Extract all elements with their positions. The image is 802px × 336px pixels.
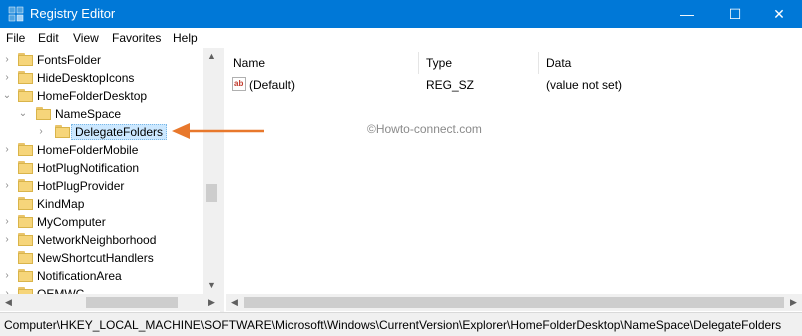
tree-vertical-scrollbar[interactable]: ▲ ▼ xyxy=(203,48,220,294)
menu-view[interactable]: View xyxy=(73,31,99,45)
tree-item-label: HideDesktopIcons xyxy=(37,71,135,85)
folder-icon xyxy=(18,71,33,84)
scroll-right-arrow-icon[interactable]: ▶ xyxy=(785,294,802,311)
scroll-thumb[interactable] xyxy=(244,297,784,308)
value-type: REG_SZ xyxy=(426,78,475,92)
collapse-chevron-icon[interactable]: ⌄ xyxy=(2,90,12,102)
scroll-left-arrow-icon[interactable]: ◀ xyxy=(0,294,17,311)
expand-chevron-icon[interactable]: › xyxy=(2,72,12,84)
tree-item-label: NetworkNeighborhood xyxy=(37,233,157,247)
scroll-right-arrow-icon[interactable]: ▶ xyxy=(203,294,220,311)
menu-help[interactable]: Help xyxy=(173,31,198,45)
column-header-name[interactable]: Name xyxy=(233,56,265,70)
tree-item-label: KindMap xyxy=(37,197,85,211)
tree-item-label: MyComputer xyxy=(37,215,106,229)
expand-chevron-icon[interactable]: › xyxy=(2,270,12,282)
registry-path: Computer\HKEY_LOCAL_MACHINE\SOFTWARE\Mic… xyxy=(4,318,782,332)
column-header-type[interactable]: Type xyxy=(426,56,452,70)
expand-chevron-icon[interactable]: › xyxy=(2,54,12,66)
scroll-up-arrow-icon[interactable]: ▲ xyxy=(203,48,220,65)
folder-icon xyxy=(18,179,33,192)
title-bar: Registry Editor — ☐ ✕ xyxy=(0,0,802,28)
column-header-data[interactable]: Data xyxy=(546,56,571,70)
tree-item[interactable]: HotPlugNotification xyxy=(0,159,202,177)
tree-item[interactable]: ⌄ HomeFolderDesktop xyxy=(0,87,202,105)
expand-chevron-icon[interactable]: › xyxy=(2,144,12,156)
tree-item-label: NewShortcutHandlers xyxy=(37,251,154,265)
column-separator[interactable] xyxy=(418,52,419,74)
expand-chevron-icon[interactable] xyxy=(2,162,12,174)
expand-chevron-icon[interactable]: › xyxy=(2,180,12,192)
folder-icon xyxy=(18,143,33,156)
tree-item-label: DelegateFolders xyxy=(71,124,168,140)
folder-icon xyxy=(18,161,33,174)
tree-item[interactable]: NewShortcutHandlers xyxy=(0,249,202,267)
collapse-chevron-icon[interactable]: ⌄ xyxy=(18,108,28,120)
tree-item[interactable]: › HomeFolderMobile xyxy=(0,141,202,159)
menu-file[interactable]: File xyxy=(6,31,25,45)
values-list[interactable]: Name Type Data ab (Default) REG_SZ (valu… xyxy=(224,48,802,312)
tree-item[interactable]: KindMap xyxy=(0,195,202,213)
folder-icon xyxy=(18,233,33,246)
value-data: (value not set) xyxy=(546,78,623,92)
menu-favorites[interactable]: Favorites xyxy=(112,31,161,45)
expand-chevron-icon[interactable] xyxy=(2,252,12,264)
tree-item-label: HotPlugProvider xyxy=(37,179,125,193)
menu-edit[interactable]: Edit xyxy=(38,31,59,45)
tree-item[interactable]: › HotPlugProvider xyxy=(0,177,202,195)
folder-icon xyxy=(55,125,70,138)
value-name[interactable]: (Default) xyxy=(249,78,295,92)
tree-item[interactable]: › NotificationArea xyxy=(0,267,202,285)
menu-bar: File Edit View Favorites Help xyxy=(0,28,802,48)
tree-item-label: FontsFolder xyxy=(37,53,102,67)
folder-icon xyxy=(18,251,33,264)
scroll-thumb[interactable] xyxy=(86,297,178,308)
tree-item[interactable]: › NetworkNeighborhood xyxy=(0,231,202,249)
tree-item-label: HomeFolderMobile xyxy=(37,143,139,157)
expand-chevron-icon[interactable]: › xyxy=(36,126,46,138)
folder-icon xyxy=(18,197,33,210)
string-value-icon: ab xyxy=(232,77,246,91)
folder-icon xyxy=(18,89,33,102)
column-separator[interactable] xyxy=(538,52,539,74)
status-bar: Computer\HKEY_LOCAL_MACHINE\SOFTWARE\Mic… xyxy=(0,312,802,336)
tree-item[interactable]: › HideDesktopIcons xyxy=(0,69,202,87)
maximize-button[interactable]: ☐ xyxy=(712,0,758,28)
scroll-left-arrow-icon[interactable]: ◀ xyxy=(226,294,243,311)
tree-item-label: NotificationArea xyxy=(37,269,122,283)
registry-editor-icon xyxy=(8,6,24,22)
list-horizontal-scrollbar[interactable]: ◀ ▶ xyxy=(226,294,802,311)
scroll-down-arrow-icon[interactable]: ▼ xyxy=(203,277,220,294)
tree-horizontal-scrollbar[interactable]: ◀ ▶ xyxy=(0,294,220,311)
expand-chevron-icon[interactable] xyxy=(2,198,12,210)
folder-icon xyxy=(36,107,51,120)
tree-item-label: HotPlugNotification xyxy=(37,161,140,175)
expand-chevron-icon[interactable]: › xyxy=(2,216,12,228)
folder-icon xyxy=(18,269,33,282)
tree-item[interactable]: › MyComputer xyxy=(0,213,202,231)
watermark: ©Howto-connect.com xyxy=(367,122,482,136)
minimize-button[interactable]: — xyxy=(664,0,710,28)
folder-icon xyxy=(18,53,33,66)
expand-chevron-icon[interactable]: › xyxy=(2,234,12,246)
tree-item-label: HomeFolderDesktop xyxy=(37,89,148,103)
annotation-arrow-icon xyxy=(172,123,264,139)
scroll-thumb[interactable] xyxy=(206,184,217,202)
window-title: Registry Editor xyxy=(30,6,116,21)
tree-item-label: NameSpace xyxy=(55,107,122,121)
key-tree[interactable]: › FontsFolder › HideDesktopIcons ⌄ HomeF… xyxy=(0,48,220,312)
tree-item[interactable]: › FontsFolder xyxy=(0,51,202,69)
folder-icon xyxy=(18,215,33,228)
close-button[interactable]: ✕ xyxy=(756,0,802,28)
